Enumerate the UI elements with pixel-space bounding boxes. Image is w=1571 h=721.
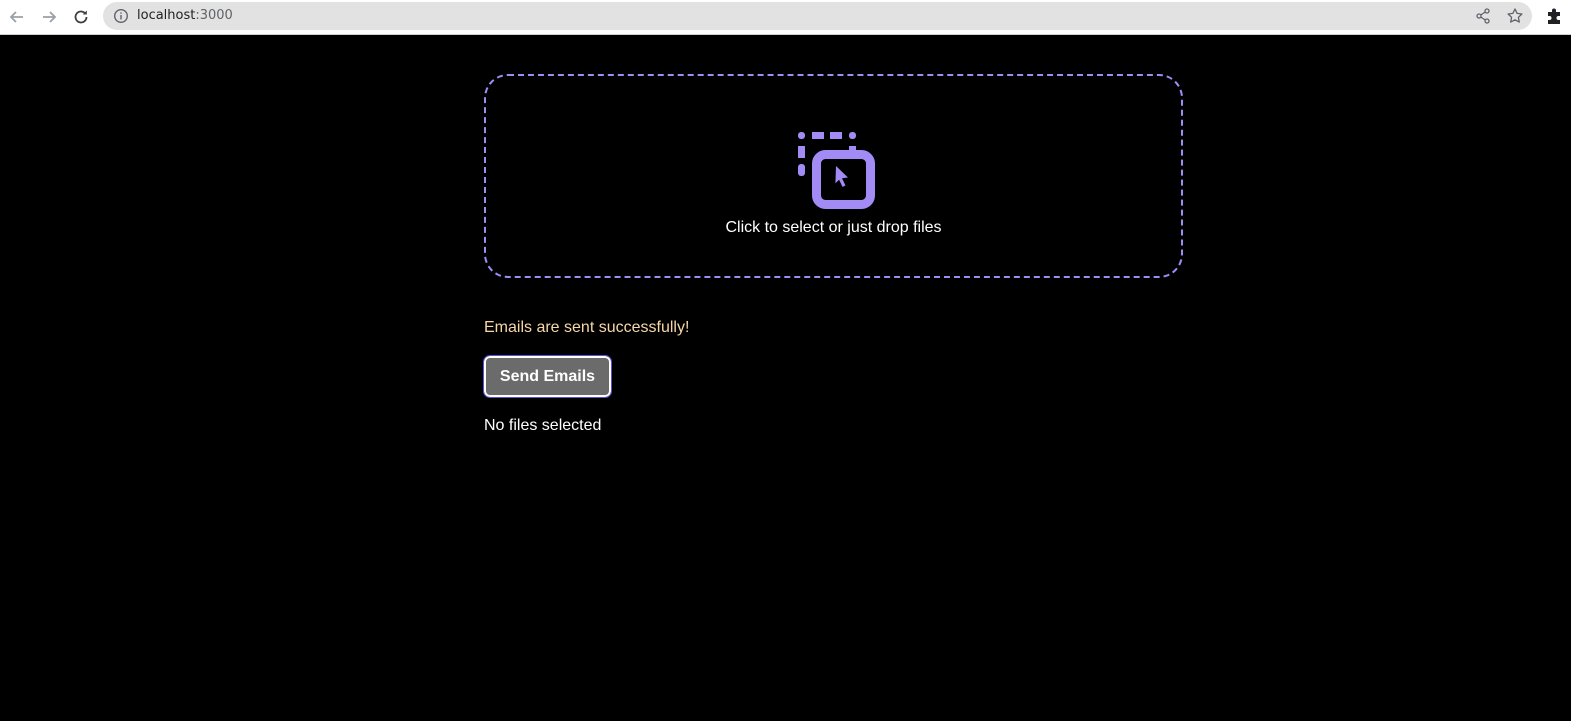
url-port: :3000 — [195, 8, 233, 23]
reload-icon — [74, 10, 88, 24]
arrow-right-icon — [43, 11, 57, 23]
file-dropzone[interactable]: Click to select or just drop files — [484, 74, 1183, 278]
star-icon[interactable] — [1506, 7, 1524, 25]
success-message: Emails are sent successfully! — [484, 319, 690, 336]
forward-button[interactable] — [37, 5, 61, 29]
puzzle-icon[interactable] — [1544, 5, 1566, 27]
browser-toolbar: localhost:3000 — [0, 0, 1571, 35]
info-icon[interactable] — [113, 8, 129, 24]
select-window-cursor-icon — [798, 132, 875, 209]
reload-button[interactable] — [69, 5, 93, 29]
url-host: localhost — [137, 8, 196, 23]
dropzone-label: Click to select or just drop files — [725, 219, 942, 236]
address-bar[interactable]: localhost:3000 — [103, 2, 1532, 30]
back-button[interactable] — [5, 5, 29, 29]
url-text[interactable]: localhost:3000 — [137, 8, 233, 24]
file-selection-status: No files selected — [484, 417, 602, 434]
share-icon[interactable] — [1474, 7, 1492, 25]
arrow-left-icon — [9, 11, 23, 23]
send-emails-button[interactable]: Send Emails — [483, 355, 612, 398]
